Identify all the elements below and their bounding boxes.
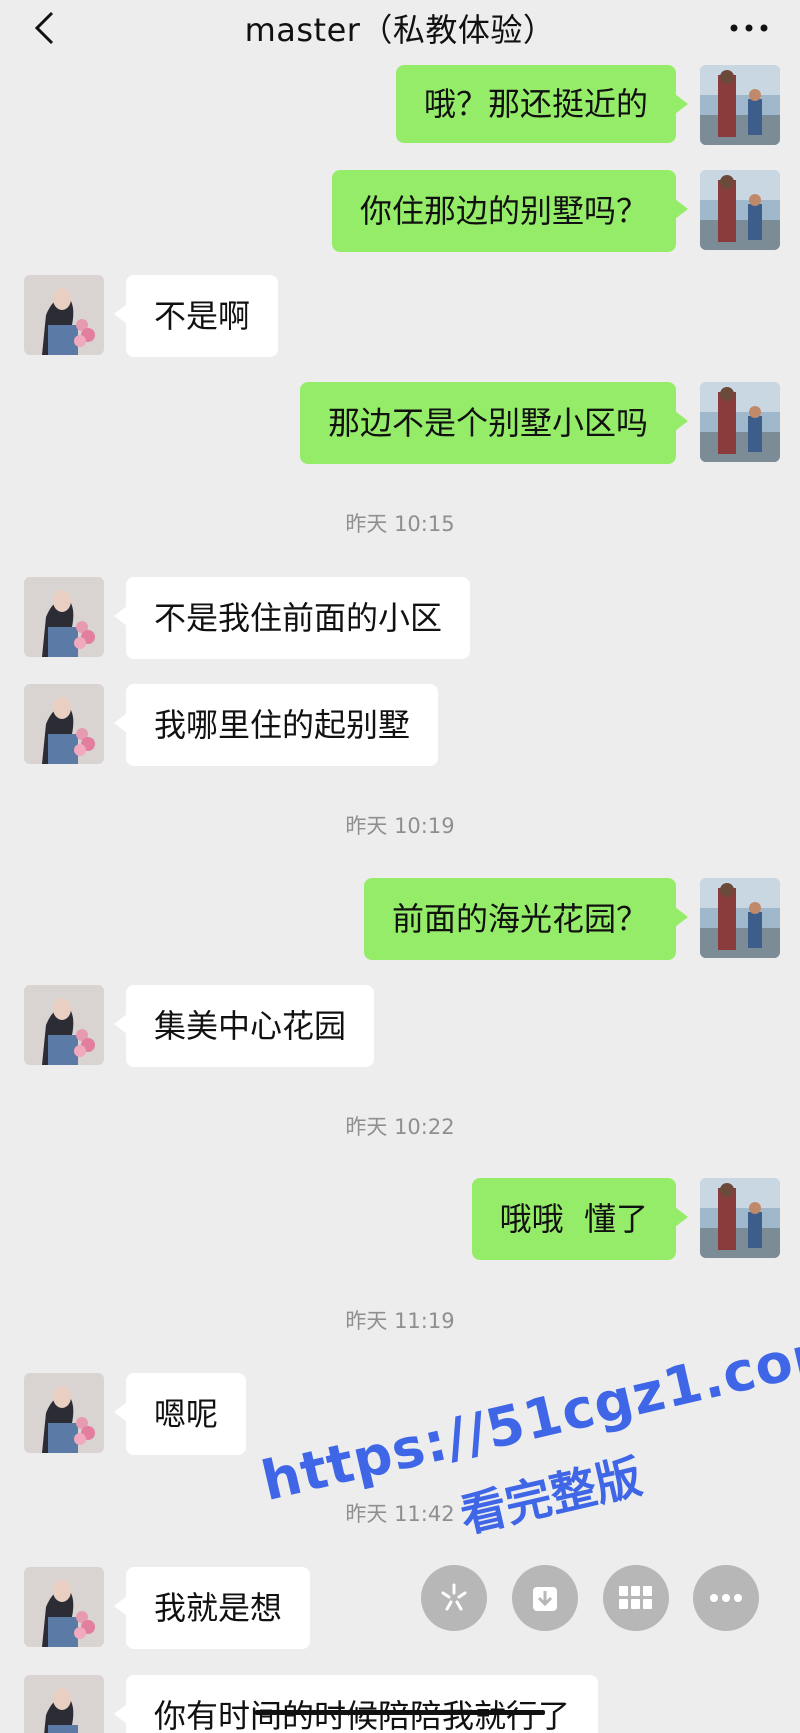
back-arrow-icon <box>34 11 54 45</box>
avatar-image <box>24 275 104 355</box>
message-bubble-other[interactable]: 我就是想 <box>113 1567 311 1649</box>
page-title: master（私教体验） <box>244 11 556 49</box>
avatar[interactable] <box>24 1675 104 1733</box>
sparkle-button[interactable] <box>421 1565 487 1631</box>
timestamp: 昨天 10:19 <box>345 814 455 838</box>
avatar[interactable] <box>24 1373 104 1453</box>
more-button[interactable] <box>724 6 774 50</box>
timestamp: 昨天 11:19 <box>345 1309 455 1333</box>
download-button[interactable] <box>512 1565 578 1631</box>
grid-button[interactable] <box>603 1565 669 1631</box>
avatar[interactable] <box>24 985 104 1065</box>
message-bubble-other[interactable]: 你有时间的时候陪陪我就行了 <box>113 1675 599 1733</box>
avatar-image <box>700 65 780 145</box>
avatar-image <box>700 1178 780 1258</box>
avatar[interactable] <box>24 275 104 355</box>
avatar-image <box>700 382 780 462</box>
avatar-image <box>24 1675 104 1733</box>
back-button[interactable] <box>22 6 66 50</box>
download-icon <box>533 1587 557 1611</box>
avatar[interactable] <box>700 65 780 145</box>
avatar[interactable] <box>700 1178 780 1258</box>
message-bubble-self[interactable]: 前面的海光花园？ <box>363 878 689 960</box>
avatar[interactable] <box>700 382 780 462</box>
message-bubble-self[interactable]: 哦？那还挺近的 <box>395 65 689 143</box>
avatar[interactable] <box>24 1567 104 1647</box>
avatar[interactable] <box>700 878 780 958</box>
avatar-image <box>24 684 104 764</box>
sparkle-icon <box>441 1583 467 1611</box>
avatar-image <box>24 1373 104 1453</box>
avatar-image <box>700 170 780 250</box>
message-bubble-other[interactable]: 我哪里住的起别墅 <box>113 684 439 766</box>
message-bubble-other[interactable]: 不是我住前面的小区 <box>113 577 471 659</box>
grid-icon <box>619 1586 652 1609</box>
message-bubble-other[interactable]: 不是啊 <box>113 275 279 357</box>
dots-icon <box>710 1594 742 1602</box>
avatar-image <box>700 878 780 958</box>
message-bubble-self[interactable]: 你住那边的别墅吗？ <box>331 170 689 252</box>
message-bubble-self[interactable]: 那边不是个别墅小区吗 <box>299 382 689 464</box>
avatar[interactable] <box>24 577 104 657</box>
strikethrough-line <box>255 1710 545 1715</box>
more-actions-button[interactable] <box>693 1565 759 1631</box>
avatar[interactable] <box>700 170 780 250</box>
avatar-image <box>24 577 104 657</box>
message-bubble-other[interactable]: 嗯呢 <box>113 1373 247 1455</box>
avatar[interactable] <box>24 684 104 764</box>
chat-header: master（私教体验） <box>0 0 800 56</box>
more-dots-icon <box>730 24 768 32</box>
timestamp: 昨天 11:42 <box>345 1502 455 1526</box>
message-bubble-other[interactable]: 集美中心花园 <box>113 985 375 1067</box>
timestamp: 昨天 10:15 <box>345 512 455 536</box>
message-bubble-self[interactable]: 哦哦 懂了 <box>471 1178 689 1260</box>
avatar-image <box>24 1567 104 1647</box>
avatar-image <box>24 985 104 1065</box>
timestamp: 昨天 10:22 <box>345 1115 455 1139</box>
